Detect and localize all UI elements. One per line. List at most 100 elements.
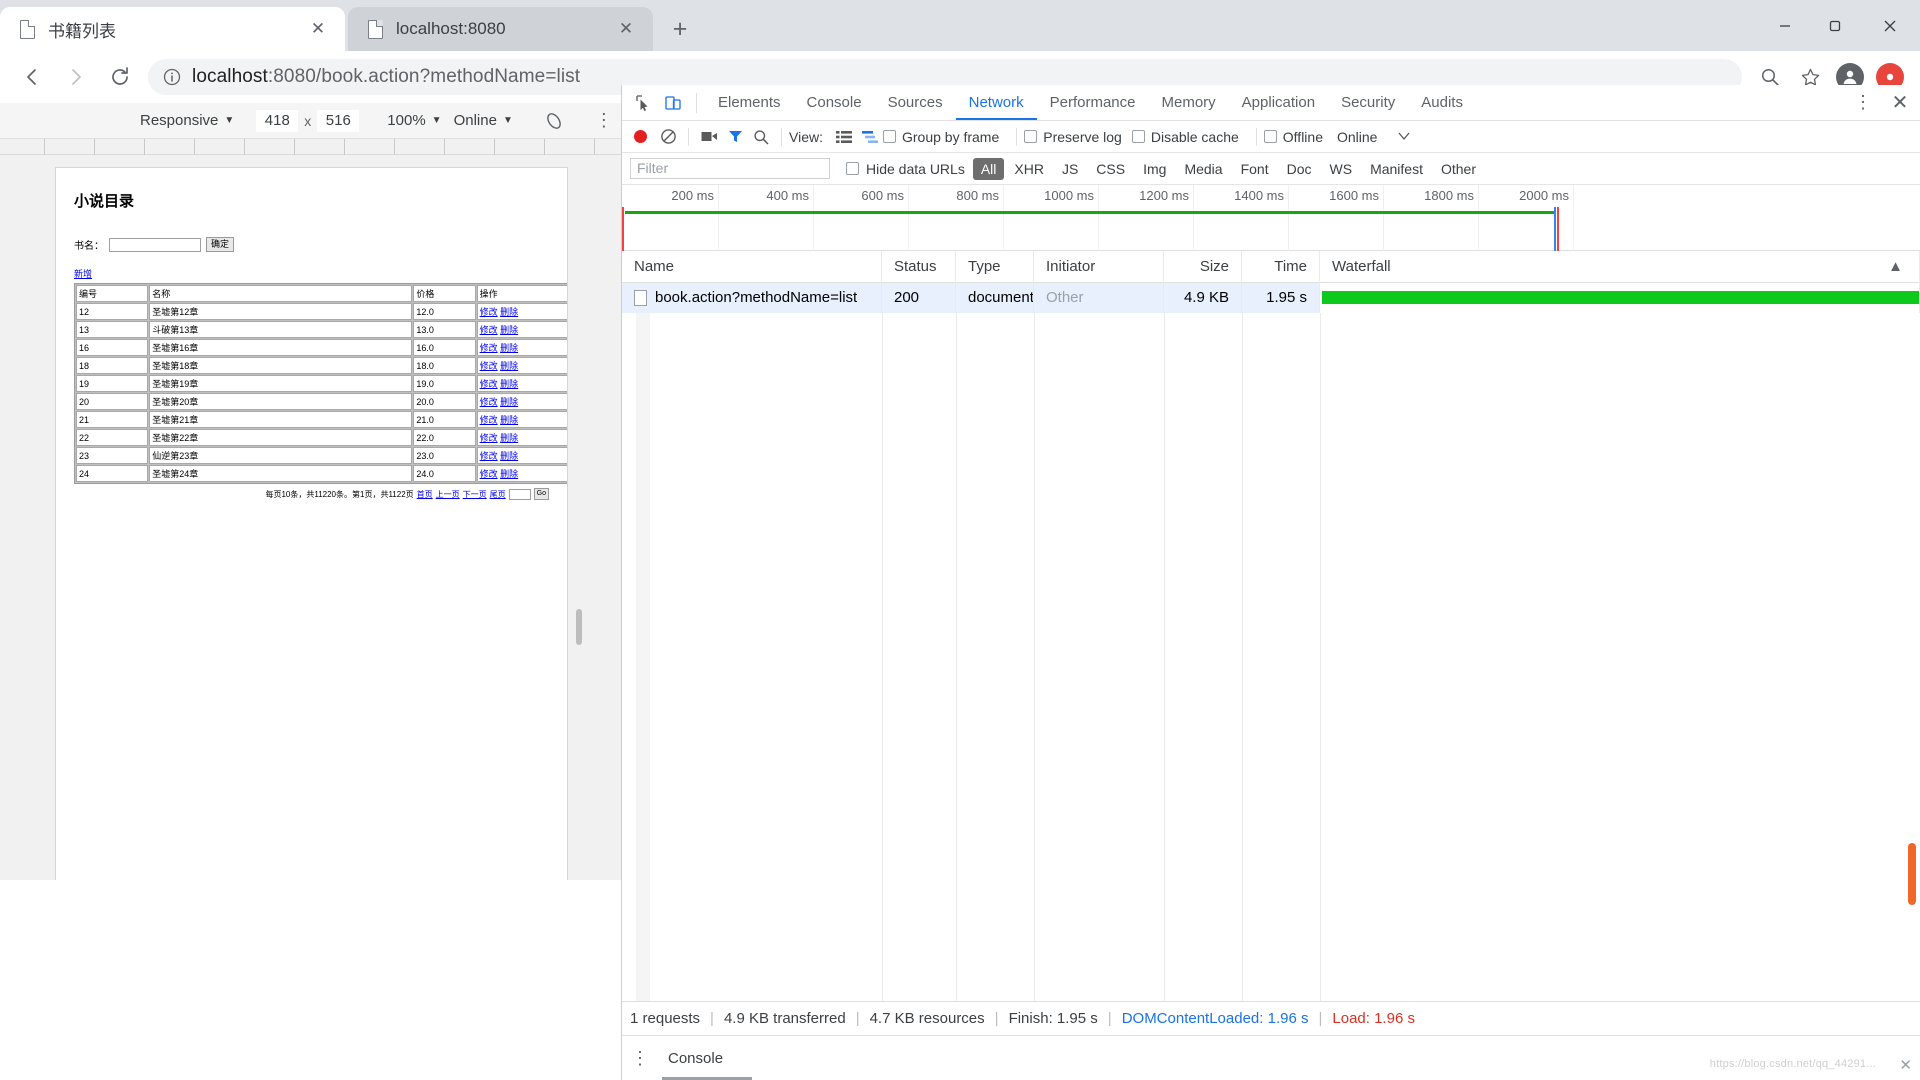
maximize-icon[interactable]	[1810, 0, 1860, 51]
close-window-icon[interactable]	[1860, 0, 1920, 51]
search-icon[interactable]	[748, 124, 774, 150]
hide-data-urls-option[interactable]: Hide data URLs	[846, 161, 965, 177]
group-by-frame-option[interactable]: Group by frame	[882, 129, 999, 145]
edit-link[interactable]: 修改	[480, 343, 498, 353]
edit-link[interactable]: 修改	[480, 415, 498, 425]
tab-sources[interactable]: Sources	[875, 85, 956, 120]
filter-type-img[interactable]: Img	[1135, 158, 1174, 180]
device-height-input[interactable]: 516	[317, 109, 360, 132]
reload-icon[interactable]	[98, 55, 142, 99]
filter-type-xhr[interactable]: XHR	[1006, 158, 1052, 180]
delete-link[interactable]: 删除	[500, 379, 518, 389]
record-icon[interactable]	[634, 130, 647, 143]
preserve-log-checkbox[interactable]	[1024, 130, 1038, 143]
filter-type-css[interactable]: CSS	[1088, 158, 1133, 180]
delete-link[interactable]: 删除	[500, 397, 518, 407]
network-throttle-select[interactable]: Online	[1337, 129, 1377, 145]
table-row[interactable]: book.action?methodName=list 200 document…	[622, 283, 1920, 313]
pager-last-link[interactable]: 尾页	[490, 489, 506, 500]
capture-screenshots-icon[interactable]	[696, 124, 722, 150]
list-view-icon[interactable]	[831, 124, 857, 150]
device-width-input[interactable]: 418	[256, 109, 299, 132]
viewport-resize-handle-right[interactable]	[576, 609, 582, 645]
delete-link[interactable]: 删除	[500, 307, 518, 317]
filter-type-manifest[interactable]: Manifest	[1362, 158, 1431, 180]
delete-link[interactable]: 删除	[500, 469, 518, 479]
group-by-frame-checkbox[interactable]	[882, 130, 896, 143]
tab-close-icon[interactable]: ✕	[307, 18, 329, 40]
add-new-link[interactable]: 新增	[74, 267, 92, 280]
edit-link[interactable]: 修改	[480, 451, 498, 461]
edit-link[interactable]: 修改	[480, 433, 498, 443]
filter-type-doc[interactable]: Doc	[1279, 158, 1320, 180]
minimize-icon[interactable]	[1760, 0, 1810, 51]
device-more-icon[interactable]: ⋮	[591, 110, 617, 131]
tab-application[interactable]: Application	[1229, 85, 1328, 120]
pager-go-button[interactable]: Go	[533, 488, 549, 500]
zoom-select[interactable]: 100% ▼	[387, 112, 441, 129]
filter-type-other[interactable]: Other	[1433, 158, 1484, 180]
filter-input[interactable]: Filter	[630, 158, 830, 179]
request-list-scrollbar-track[interactable]	[1908, 811, 1918, 941]
delete-link[interactable]: 删除	[500, 343, 518, 353]
site-info-icon[interactable]	[162, 66, 184, 88]
offline-option[interactable]: Offline	[1263, 129, 1323, 145]
tab-network[interactable]: Network	[955, 85, 1037, 120]
clear-icon[interactable]	[655, 124, 681, 150]
drawer-tab-console[interactable]: Console	[658, 1050, 733, 1067]
new-tab-button[interactable]: +	[663, 12, 697, 46]
hide-data-urls-checkbox[interactable]	[846, 162, 859, 175]
throttle-chevron-down-icon[interactable]	[1391, 124, 1417, 150]
book-name-input[interactable]	[109, 237, 201, 252]
rotate-icon[interactable]	[539, 106, 569, 136]
column-header-status[interactable]: Status	[882, 250, 956, 283]
column-header-time[interactable]: Time	[1242, 250, 1320, 283]
confirm-button[interactable]: 确定	[206, 237, 235, 252]
pager-first-link[interactable]: 首页	[417, 489, 433, 500]
pager-page-input[interactable]	[508, 488, 531, 500]
tab-memory[interactable]: Memory	[1149, 85, 1229, 120]
tab-security[interactable]: Security	[1328, 85, 1408, 120]
disable-cache-option[interactable]: Disable cache	[1131, 129, 1239, 145]
drawer-more-icon[interactable]: ⋮	[622, 1048, 658, 1069]
waterfall-view-icon[interactable]	[857, 124, 883, 150]
edit-link[interactable]: 修改	[480, 307, 498, 317]
filter-type-media[interactable]: Media	[1176, 158, 1230, 180]
sort-ascending-icon[interactable]: ▲	[1888, 251, 1903, 283]
inspect-element-icon[interactable]	[628, 88, 658, 118]
filter-type-js[interactable]: JS	[1054, 158, 1086, 180]
delete-link[interactable]: 删除	[500, 451, 518, 461]
tab-console[interactable]: Console	[794, 85, 875, 120]
filter-type-ws[interactable]: WS	[1322, 158, 1361, 180]
edit-link[interactable]: 修改	[480, 469, 498, 479]
pager-next-link[interactable]: 下一页	[463, 489, 487, 500]
edit-link[interactable]: 修改	[480, 397, 498, 407]
toggle-device-toolbar-icon[interactable]	[658, 88, 688, 118]
offline-checkbox[interactable]	[1263, 130, 1277, 143]
filter-icon[interactable]	[722, 124, 748, 150]
column-header-initiator[interactable]: Initiator	[1034, 250, 1164, 283]
column-header-type[interactable]: Type	[956, 250, 1034, 283]
tab-audits[interactable]: Audits	[1408, 85, 1476, 120]
tab-localhost[interactable]: localhost:8080 ✕	[348, 7, 653, 51]
filter-type-font[interactable]: Font	[1233, 158, 1277, 180]
disable-cache-checkbox[interactable]	[1131, 130, 1145, 143]
request-name-cell[interactable]: book.action?methodName=list	[622, 283, 882, 313]
pager-prev-link[interactable]: 上一页	[436, 489, 460, 500]
column-header-size[interactable]: Size	[1164, 250, 1242, 283]
tab-close-icon[interactable]: ✕	[615, 18, 637, 40]
request-list-scrollbar-thumb[interactable]	[1908, 843, 1916, 905]
edit-link[interactable]: 修改	[480, 325, 498, 335]
preserve-log-option[interactable]: Preserve log	[1024, 129, 1122, 145]
delete-link[interactable]: 删除	[500, 433, 518, 443]
delete-link[interactable]: 删除	[500, 361, 518, 371]
devtools-more-icon[interactable]: ⋮	[1846, 88, 1880, 118]
device-select[interactable]: Responsive ▼	[140, 112, 234, 129]
back-icon[interactable]	[10, 55, 54, 99]
tab-elements[interactable]: Elements	[705, 85, 794, 120]
edit-link[interactable]: 修改	[480, 379, 498, 389]
delete-link[interactable]: 删除	[500, 415, 518, 425]
tab-book-list[interactable]: 书籍列表 ✕	[0, 7, 345, 51]
delete-link[interactable]: 删除	[500, 325, 518, 335]
network-overview-timeline[interactable]: 200 ms 400 ms 600 ms 800 ms 1000 ms 1200…	[622, 185, 1920, 251]
